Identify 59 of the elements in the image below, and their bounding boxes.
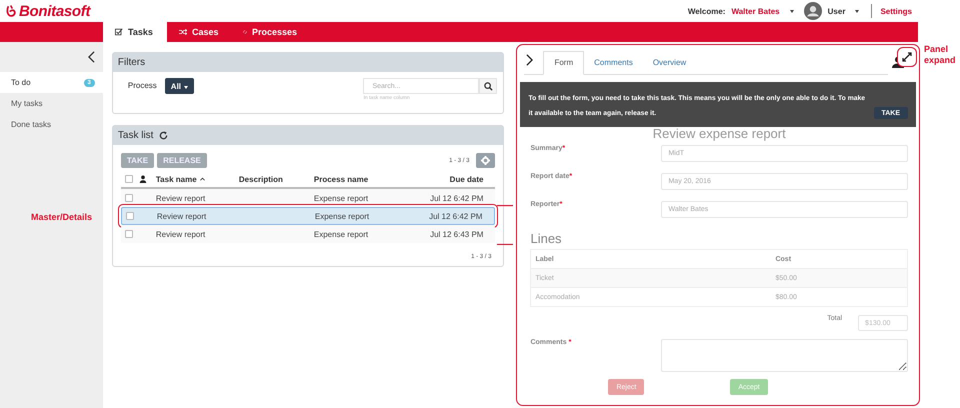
expand-icon[interactable]: [526, 54, 534, 66]
process-dropdown[interactable]: All: [164, 78, 194, 94]
settings-icon: [481, 156, 490, 165]
search-icon: [484, 82, 493, 90]
sidebar-item[interactable]: Done tasks: [0, 114, 103, 135]
table-cell-text: Expense report: [314, 212, 370, 220]
user-icon: [138, 175, 147, 183]
table-cell-text: Review report: [156, 230, 206, 238]
form-title: Review expense report: [652, 126, 786, 141]
row-checkbox[interactable]: [126, 212, 134, 220]
settings-link[interactable]: Settings: [880, 6, 912, 16]
table-cell-text: Expense report: [314, 230, 370, 238]
collapse-icon[interactable]: [88, 51, 95, 63]
refresh-icon[interactable]: [159, 131, 168, 140]
table-cell-text: Jul 12 6:42 PM: [429, 194, 484, 202]
table-cell-text: Expense report: [314, 194, 370, 202]
table-cell-text: Jul 12 6:42 PM: [428, 212, 484, 220]
checkbox-icon: [115, 28, 123, 36]
detail-tab[interactable]: Comments: [584, 52, 643, 74]
user-name-link[interactable]: Walter Bates: [731, 6, 780, 16]
search-button[interactable]: [479, 78, 498, 94]
task-row[interactable]: Review report Expense report Jul 12 6:42 PM: [120, 207, 496, 225]
caret-icon[interactable]: [855, 10, 860, 12]
shuffle-icon: [179, 28, 187, 36]
detail-tab[interactable]: Form: [543, 51, 584, 75]
sort-icon: [200, 177, 205, 181]
column-header: Process name: [314, 174, 370, 184]
sidebar-item[interactable]: My tasks: [0, 93, 103, 114]
panel-title: Filters: [118, 57, 146, 68]
table-cell-text: Jul 12 6:43 PM: [429, 230, 484, 238]
comments-field[interactable]: [661, 339, 908, 372]
annotation-label: Master/Details: [31, 212, 92, 222]
caret-icon[interactable]: [790, 10, 794, 12]
avatar-icon: [804, 2, 822, 20]
table-cell-text: Review report: [156, 212, 208, 220]
annotation-label: Panel expand: [924, 44, 957, 66]
logo-text: Bonitasoft: [19, 2, 90, 20]
task-row[interactable]: Review report Expense report Jul 12 6:43 PM: [120, 225, 496, 243]
panel-title: Task list: [118, 130, 154, 141]
welcome-label: Welcome:: [688, 6, 726, 16]
select-all-checkbox[interactable]: [124, 175, 133, 183]
row-checkbox[interactable]: [124, 194, 133, 202]
table-cell-text: Review report: [156, 194, 206, 202]
expand-arrows-icon: [902, 52, 912, 62]
cycle-icon: [243, 28, 247, 36]
row-checkbox[interactable]: [124, 230, 133, 238]
logo-icon: [6, 4, 17, 18]
settings-button[interactable]: [476, 153, 496, 168]
profile-label[interactable]: User: [828, 6, 846, 16]
column-header[interactable]: Task name: [156, 174, 197, 184]
column-header: Due date: [448, 174, 484, 184]
nav-tab[interactable]: Processes: [231, 22, 309, 42]
detail-tab[interactable]: Overview: [642, 52, 696, 74]
nav-tab[interactable]: Tasks: [103, 22, 167, 42]
column-header: Description: [238, 174, 284, 184]
nav-tab[interactable]: Cases: [167, 22, 231, 42]
section-title: Lines: [530, 231, 563, 246]
panel-expand-button[interactable]: [897, 47, 918, 67]
process-label: Process: [128, 81, 157, 90]
